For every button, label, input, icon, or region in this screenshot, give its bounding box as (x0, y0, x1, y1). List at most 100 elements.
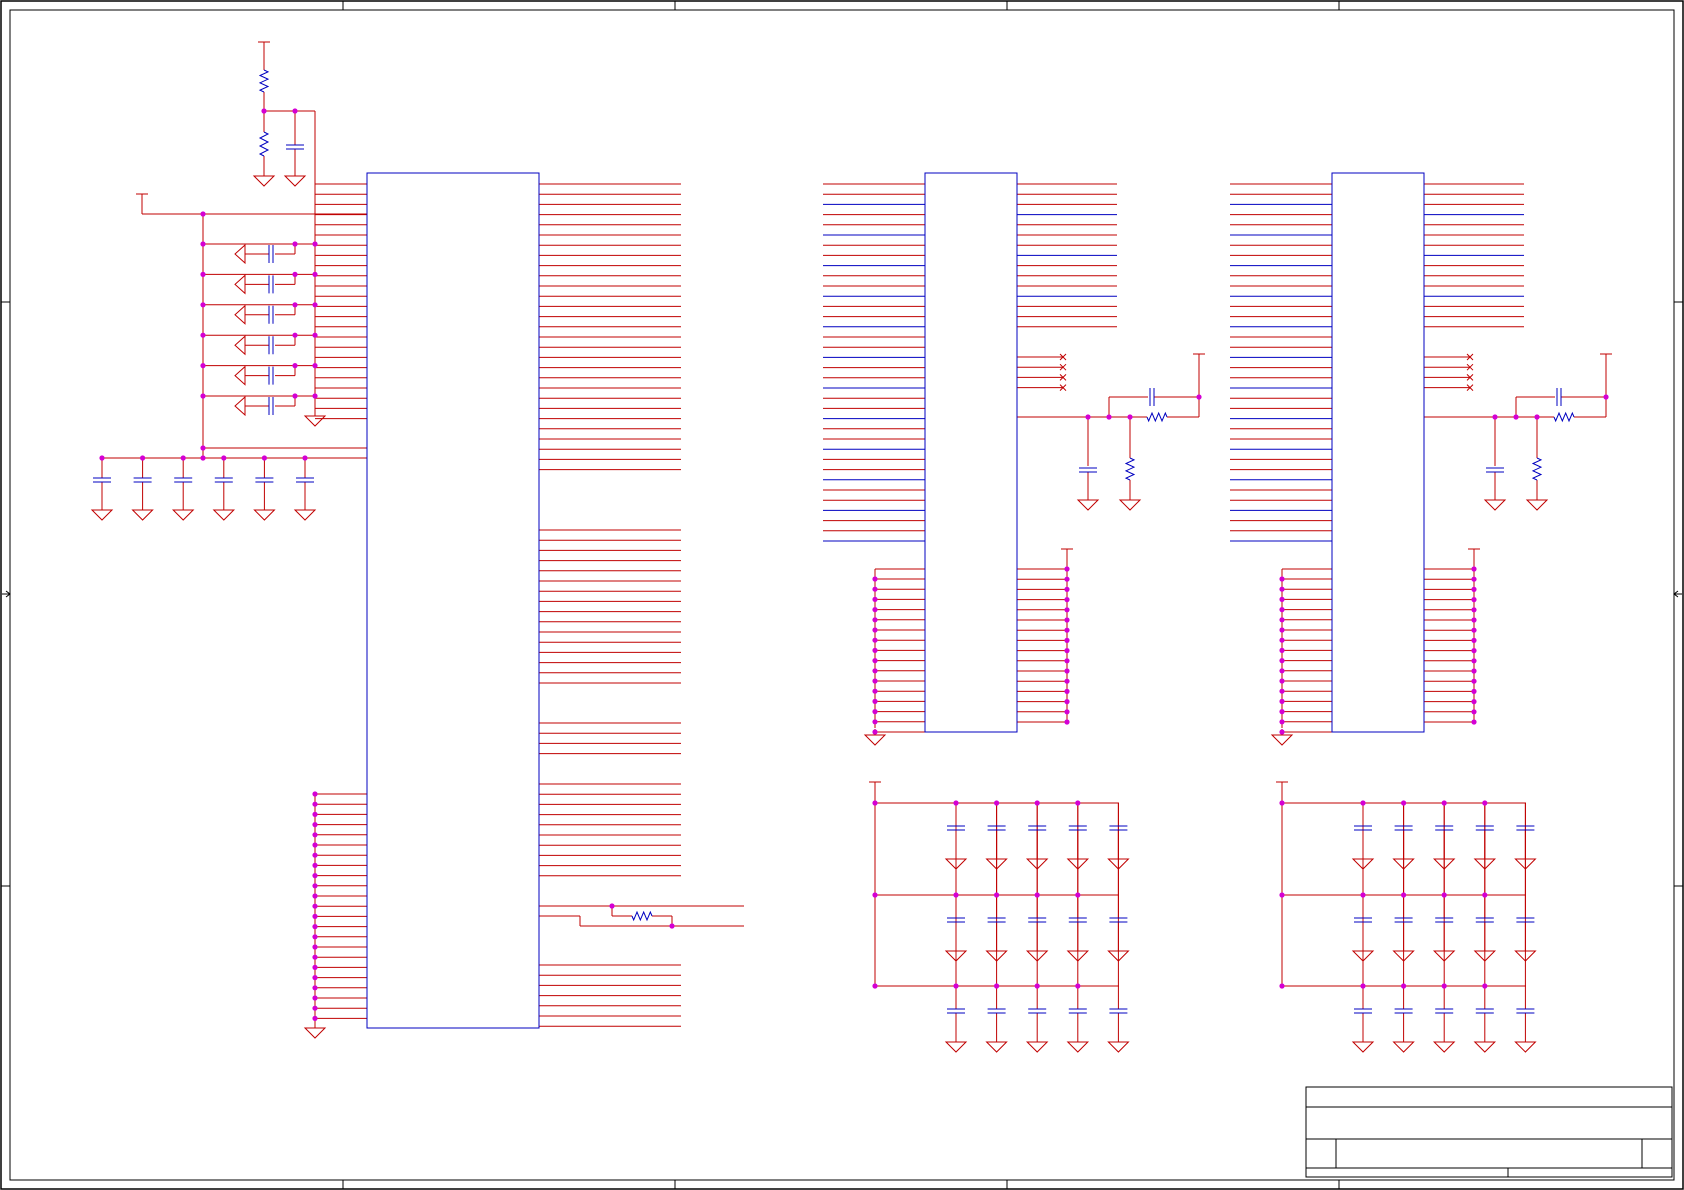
capacitor-icon (1354, 1008, 1372, 1014)
junction-dot-icon (292, 108, 298, 114)
junction-dot-icon (292, 302, 298, 308)
junction-dot-icon (180, 455, 186, 461)
capacitor-icon (1516, 1008, 1535, 1014)
junction-dot-icon (1492, 414, 1498, 420)
capacitor-icon (1486, 467, 1504, 473)
junction-dot-icon (1106, 414, 1112, 420)
resistor-icon (258, 131, 270, 157)
capacitor-icon (174, 477, 193, 483)
ground-icon (1432, 1036, 1456, 1053)
ground-icon (131, 504, 154, 521)
junction-dot-icon (872, 892, 878, 898)
junction-dot-icon (1064, 607, 1070, 613)
ground-icon (1076, 494, 1100, 511)
capacitor-icon (214, 477, 233, 483)
junction-dot-icon (312, 852, 318, 858)
ground-icon (1525, 494, 1549, 511)
junction-dot-icon (1034, 983, 1040, 989)
capacitor-icon (1079, 467, 1097, 473)
junction-dot-icon (200, 271, 206, 277)
junction-dot-icon (312, 985, 318, 991)
junction-dot-icon (1471, 607, 1477, 613)
junction-dot-icon (872, 658, 878, 664)
junction-dot-icon (1360, 983, 1366, 989)
capacitor-icon (268, 305, 274, 324)
junction-dot-icon (872, 709, 878, 715)
power-port-icon (258, 41, 270, 50)
junction-dot-icon (312, 811, 318, 818)
junction-dot-icon (1441, 892, 1447, 898)
junction-dot-icon (221, 455, 227, 461)
power-port-icon (869, 781, 881, 790)
junction-dot-icon (1075, 983, 1081, 989)
resistor-icon (258, 69, 270, 93)
ground-icon (985, 1036, 1008, 1053)
junction-dot-icon (312, 302, 318, 308)
junction-dot-icon (1279, 647, 1285, 654)
junction-dot-icon (312, 271, 318, 277)
junction-dot-icon (312, 954, 318, 960)
ic-body (1331, 172, 1425, 733)
sheet-border (0, 0, 1684, 1190)
junction-dot-icon (872, 576, 878, 582)
ground-icon (1066, 1036, 1090, 1053)
junction-dot-icon (1441, 800, 1447, 806)
junction-dot-icon (1075, 892, 1081, 898)
junction-dot-icon (140, 455, 146, 461)
junction-dot-icon (1279, 892, 1285, 898)
capacitor-icon (1435, 1008, 1454, 1014)
junction-dot-icon (1482, 983, 1488, 989)
junction-dot-icon (312, 944, 318, 950)
capacitor-icon (1394, 1008, 1413, 1014)
ground-icon (234, 304, 246, 325)
junction-dot-icon (1279, 607, 1285, 613)
ground-icon (1025, 1036, 1049, 1053)
junction-dot-icon (1064, 678, 1070, 684)
junction-dot-icon (872, 678, 878, 684)
junction-dot-icon (1471, 668, 1477, 674)
junction-dot-icon (1064, 668, 1070, 674)
junction-dot-icon (1441, 983, 1447, 989)
junction-dot-icon (1075, 800, 1081, 806)
junction-dot-icon (1064, 597, 1070, 603)
junction-dot-icon (1471, 688, 1477, 695)
ground-icon (944, 1036, 968, 1053)
power-port-icon (1276, 781, 1288, 790)
junction-dot-icon (312, 363, 318, 369)
junction-dot-icon (200, 302, 206, 308)
junction-dot-icon (1482, 800, 1488, 806)
junction-dot-icon (1401, 800, 1407, 806)
ground-icon (1483, 494, 1507, 511)
junction-dot-icon (312, 913, 318, 920)
junction-dot-icon (1603, 394, 1609, 400)
junction-dot-icon (312, 862, 318, 869)
junction-dot-icon (1064, 688, 1070, 695)
junction-dot-icon (292, 363, 298, 369)
capacitor-icon (1556, 388, 1562, 406)
junction-dot-icon (312, 924, 318, 930)
junction-dot-icon (1401, 892, 1407, 898)
junction-dot-icon (872, 688, 878, 694)
junction-dot-icon (872, 647, 878, 654)
junction-dot-icon (99, 455, 105, 461)
junction-dot-icon (312, 995, 318, 1001)
capacitor-icon (268, 336, 274, 355)
junction-dot-icon (1471, 627, 1477, 633)
junction-dot-icon (872, 668, 878, 674)
ic-body (924, 172, 1018, 733)
ground-icon (171, 504, 195, 521)
ground-icon (212, 504, 236, 521)
junction-dot-icon (1360, 800, 1366, 806)
ground-icon (1473, 1036, 1497, 1053)
capacitor-icon (286, 144, 304, 150)
junction-dot-icon (312, 393, 318, 399)
capacitor-icon (1149, 388, 1155, 406)
ground-icon (1107, 1036, 1130, 1053)
ground-icon (90, 504, 114, 521)
capacitor-icon (1028, 1008, 1047, 1014)
junction-dot-icon (609, 903, 615, 909)
junction-dot-icon (994, 983, 1000, 989)
junction-dot-icon (1471, 699, 1477, 705)
junction-dot-icon (953, 800, 959, 806)
ground-icon (253, 504, 276, 521)
